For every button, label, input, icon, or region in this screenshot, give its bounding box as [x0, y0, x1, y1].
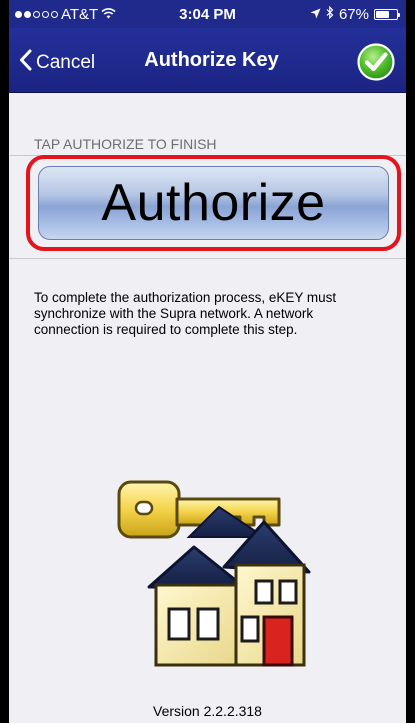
page-title: Authorize Key	[144, 49, 279, 71]
key-house-icon	[114, 477, 314, 677]
version-label: Version 2.2.2.318	[153, 703, 262, 719]
content-area: TAP AUTHORIZE TO FINISH Authorize To com…	[9, 93, 406, 723]
checkmark-icon	[357, 43, 395, 81]
description-text: To complete the authorization process, e…	[34, 290, 337, 337]
authorize-highlight: Authorize	[26, 155, 401, 251]
battery-percent: 67%	[338, 6, 369, 23]
navigation-bar: Cancel Authorize Key	[9, 28, 406, 93]
status-bar: AT&T 3:04 PM 67%	[9, 0, 406, 28]
status-right: 67%	[310, 5, 400, 23]
phone-screen: AT&T 3:04 PM 67% Cancel Authorize Key TA…	[9, 0, 406, 723]
authorize-button[interactable]: Authorize	[38, 166, 389, 240]
bluetooth-icon	[326, 5, 334, 23]
location-arrow-icon	[310, 6, 321, 23]
section-header: TAP AUTHORIZE TO FINISH	[34, 136, 217, 152]
battery-icon	[374, 9, 400, 20]
divider	[9, 258, 406, 259]
authorize-label: Authorize	[101, 174, 326, 232]
confirm-button[interactable]	[357, 43, 395, 86]
